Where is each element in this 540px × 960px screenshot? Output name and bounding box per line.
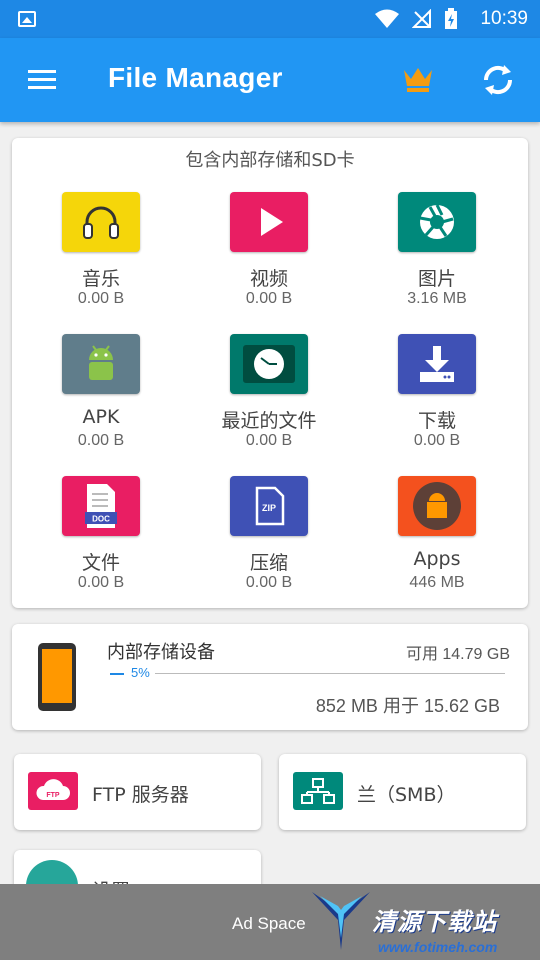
camera-shutter-icon <box>398 192 476 252</box>
category-video[interactable]: 视频 0.00 B <box>189 192 349 308</box>
zip-icon: ZIP <box>230 476 308 536</box>
document-icon: DOC <box>62 476 140 536</box>
category-size: 446 MB <box>409 574 465 591</box>
category-label: 图片 <box>417 268 456 290</box>
category-size: 0.00 B <box>413 432 461 449</box>
svg-text:ZIP: ZIP <box>262 503 276 513</box>
ftp-server-button[interactable]: FTP FTP 服务器 <box>14 754 261 830</box>
app-bar: File Manager <box>0 38 540 122</box>
watermark-logo-icon <box>312 892 370 950</box>
category-label: Apps <box>413 548 461 570</box>
category-zip[interactable]: ZIP 压缩 0.00 B <box>189 476 349 592</box>
smb-label: 兰（SMB） <box>357 784 456 806</box>
system-icons <box>374 8 458 30</box>
storage-percent: 5% <box>131 665 150 680</box>
category-label: 音乐 <box>81 268 120 290</box>
clock-icon <box>230 334 308 394</box>
storage-available: 可用 14.79 GB <box>405 646 510 663</box>
status-bar: 10:39 <box>0 0 540 38</box>
category-music[interactable]: 音乐 0.00 B <box>21 192 181 308</box>
category-size: 0.00 B <box>77 290 125 307</box>
download-icon <box>398 334 476 394</box>
no-signal-icon <box>412 9 431 28</box>
menu-icon-line <box>28 70 56 73</box>
ad-text: Ad Space <box>232 914 306 933</box>
storage-name: 内部存储设备 <box>107 642 215 663</box>
image-notification-icon <box>18 11 36 27</box>
category-label: 最近的文件 <box>221 410 317 432</box>
smb-button[interactable]: 兰（SMB） <box>279 754 526 830</box>
storage-progress-fill <box>110 673 124 675</box>
app-title: File Manager <box>108 62 283 93</box>
category-size: 0.00 B <box>245 432 293 449</box>
play-icon <box>230 192 308 252</box>
category-size: 0.00 B <box>77 432 125 449</box>
storage-heading: 包含内部存储和SD卡 <box>185 150 355 171</box>
category-documents[interactable]: DOC 文件 0.00 B <box>21 476 181 592</box>
category-download[interactable]: 下载 0.00 B <box>357 334 517 450</box>
storage-used: 852 MB 用于 15.62 GB <box>315 696 500 716</box>
category-label: 文件 <box>81 552 120 574</box>
refresh-icon[interactable] <box>478 60 518 100</box>
svg-text:DOC: DOC <box>92 515 110 524</box>
category-size: 0.00 B <box>245 574 293 591</box>
status-time: 10:39 <box>480 8 528 29</box>
svg-text:FTP: FTP <box>46 792 60 799</box>
phone-icon <box>38 643 76 711</box>
category-label: 视频 <box>249 268 288 290</box>
category-grid-card: 包含内部存储和SD卡 音乐 0.00 B 视频 0.00 B 图片 3.16 M… <box>12 138 528 608</box>
battery-charging-icon <box>445 8 457 29</box>
category-label: APK <box>82 406 120 428</box>
apps-icon <box>398 476 476 536</box>
wifi-icon <box>375 9 399 28</box>
category-size: 0.00 B <box>245 290 293 307</box>
category-pictures[interactable]: 图片 3.16 MB <box>357 192 517 308</box>
category-recent-files[interactable]: 最近的文件 0.00 B <box>189 334 349 450</box>
storage-progress-track <box>155 673 505 674</box>
internal-storage-card[interactable]: 内部存储设备 可用 14.79 GB 5% 852 MB 用于 15.62 GB <box>12 624 528 730</box>
network-icon <box>293 772 343 810</box>
menu-icon-line <box>28 86 56 89</box>
watermark-name: 清源下载站 <box>372 908 497 936</box>
category-label: 下载 <box>417 410 456 432</box>
headphones-icon <box>62 192 140 252</box>
ftp-label: FTP 服务器 <box>92 784 189 806</box>
category-size: 0.00 B <box>77 574 125 591</box>
crown-icon[interactable] <box>402 64 434 94</box>
category-size: 3.16 MB <box>407 290 467 307</box>
android-icon <box>62 334 140 394</box>
watermark-url: www.fotimeh.com <box>378 939 498 955</box>
category-label: 压缩 <box>249 552 288 574</box>
ftp-cloud-icon: FTP <box>28 772 78 810</box>
ad-banner[interactable]: Ad Space 清源下载站 www.fotimeh.com <box>0 884 540 960</box>
menu-button[interactable] <box>28 70 56 90</box>
menu-icon-line <box>28 78 56 81</box>
category-apk[interactable]: APK 0.00 B <box>21 334 181 450</box>
category-apps[interactable]: Apps 446 MB <box>357 476 517 592</box>
